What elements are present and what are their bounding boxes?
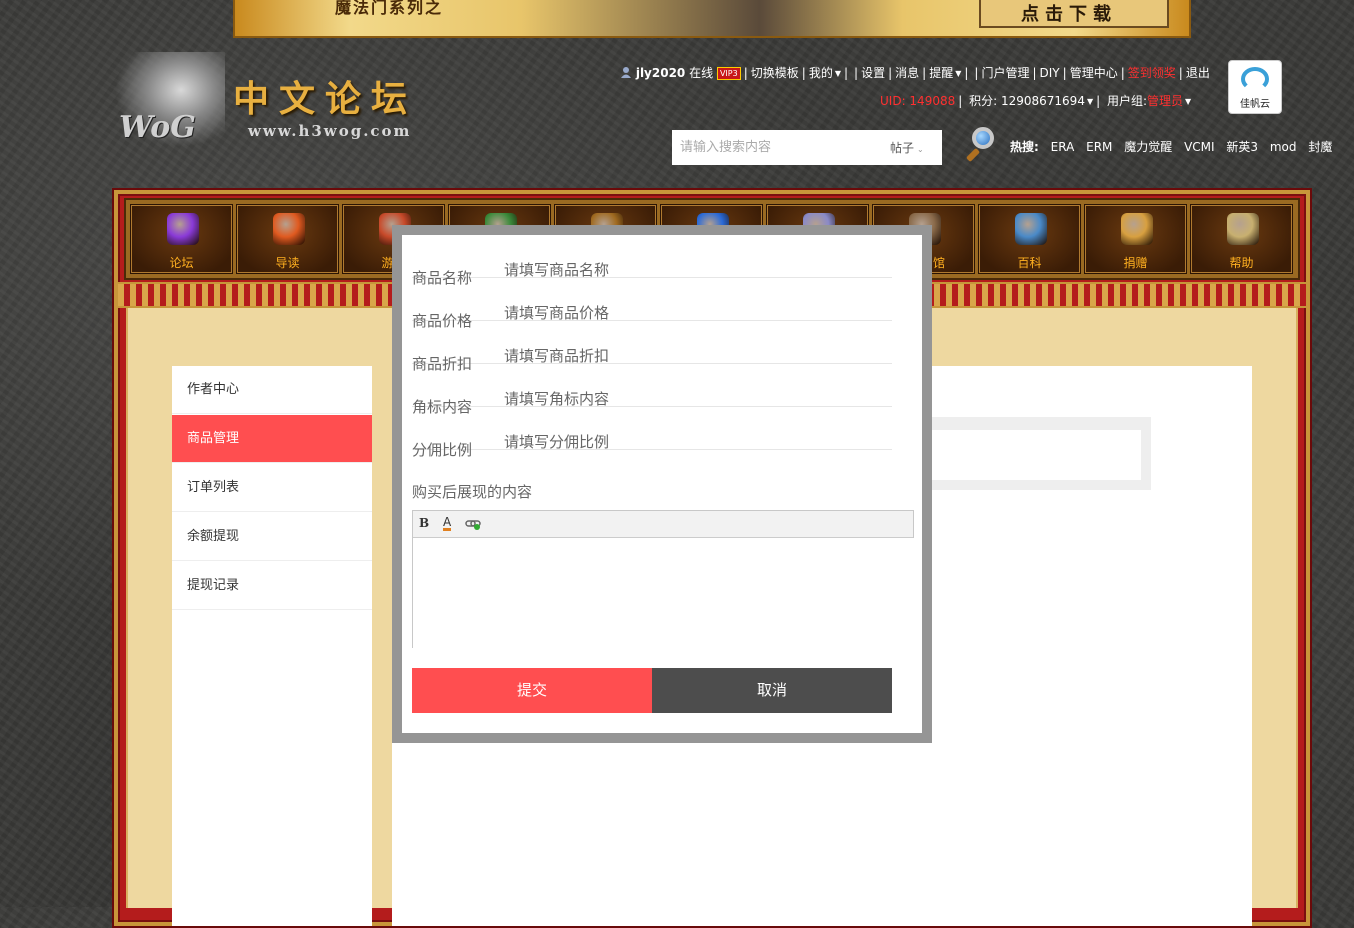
editor-toolbar: B A — [413, 511, 913, 538]
chevron-down-icon: ▼ — [834, 69, 841, 78]
nav-item-donate[interactable]: 捐赠 — [1084, 204, 1187, 274]
user-bar: jly2020 在线 VIP3 | 切换模板 | 我的 ▼ | | 设置 | 消息 | 提醒 ▼ | | 门户管… — [620, 64, 1210, 82]
user-group-label: 用户组: — [1106, 94, 1148, 108]
sidebar-item-withdraw-records[interactable]: 提现记录 — [172, 562, 372, 610]
chevron-down-icon: ▼ — [1086, 97, 1094, 106]
nav-item-help[interactable]: 帮助 — [1190, 204, 1293, 274]
forum-icon — [167, 213, 199, 245]
nav-item-wiki[interactable]: 百科 — [978, 204, 1081, 274]
user-icon — [621, 67, 631, 78]
hot-tag[interactable]: ERA — [1051, 140, 1075, 154]
hot-tag[interactable]: 新英3 — [1226, 140, 1258, 154]
switch-template-link[interactable]: 切换模板 — [751, 66, 799, 80]
help-icon — [1227, 213, 1259, 245]
rich-text-editor: B A — [412, 510, 917, 652]
settings-link[interactable]: 设置 — [861, 66, 885, 80]
field-badge-content: 角标内容 — [412, 364, 892, 416]
sidebar-item-order-list[interactable]: 订单列表 — [172, 464, 372, 512]
after-purchase-content-input[interactable] — [413, 538, 917, 652]
hot-search: 热搜: ERA ERM 魔力觉醒 VCMI 新英3 mod 封魔 — [1010, 138, 1340, 155]
badge-content-input[interactable] — [504, 390, 884, 408]
magnifier-handle — [965, 147, 981, 163]
font-color-icon[interactable]: A — [443, 516, 452, 531]
user-stats: UID: 149088 | 积分: 12908671694 ▼ | 用户组:管理员 ▼ — [880, 94, 1192, 108]
logo-title: 中文论坛 — [233, 78, 418, 120]
author-sidebar: 作者中心 商品管理 订单列表 余额提现 提现记录 — [172, 366, 372, 926]
cloud-badge[interactable]: 佳帆云 — [1228, 60, 1282, 114]
reminders-menu[interactable]: 提醒 ▼ — [929, 66, 961, 80]
sidebar-item-withdraw[interactable]: 余额提现 — [172, 513, 372, 561]
portal-admin-link[interactable]: 门户管理 — [981, 66, 1029, 80]
sign-in-link[interactable]: 签到领奖 — [1128, 66, 1176, 80]
admin-center-link[interactable]: 管理中心 — [1070, 66, 1118, 80]
search-button[interactable] — [960, 127, 1000, 165]
chevron-down-icon: ⌄ — [917, 145, 924, 154]
field-commission-ratio: 分佣比例 — [412, 407, 892, 459]
search-input[interactable] — [672, 130, 888, 165]
field-product-discount: 商品折扣 — [412, 321, 892, 373]
hot-tag[interactable]: VCMI — [1184, 140, 1214, 154]
vip-badge: VIP3 — [716, 67, 741, 80]
hot-tag[interactable]: 魔力觉醒 — [1124, 140, 1172, 154]
commission-ratio-input[interactable] — [504, 433, 884, 451]
donate-icon — [1121, 213, 1153, 245]
add-product-dialog: 商品名称 商品价格 商品折扣 角标内容 分佣比例 购买后展现的内容 B A 提交… — [402, 235, 922, 733]
hot-tag[interactable]: ERM — [1086, 140, 1112, 154]
panel-box-inner — [930, 430, 1141, 480]
diy-link[interactable]: DIY — [1040, 66, 1060, 80]
points-menu[interactable]: 积分: 12908671694 ▼ — [969, 94, 1093, 108]
search-box: 帖子⌄ — [672, 130, 942, 165]
online-status: 在线 — [689, 66, 714, 80]
banner-download-label: 点击下载 — [1021, 4, 1117, 25]
banner-download-button[interactable]: 点击下载 — [979, 0, 1169, 28]
banner-text: 魔法门系列之 — [335, 0, 444, 17]
hot-tag[interactable]: 封魔 — [1308, 140, 1332, 154]
sidebar-item-product-management[interactable]: 商品管理 — [172, 415, 372, 463]
nav-item-forum[interactable]: 论坛 — [130, 204, 233, 274]
bold-icon[interactable]: B — [419, 516, 429, 530]
nav-item-guide[interactable]: 导读 — [236, 204, 339, 274]
after-purchase-label: 购买后展现的内容 — [412, 483, 533, 501]
search-type-select[interactable]: 帖子 ⌄ — [890, 139, 924, 156]
uid-text: UID: 149088 — [880, 94, 956, 108]
chevron-down-icon: ▼ — [1185, 97, 1192, 106]
cancel-button[interactable]: 取消 — [652, 668, 892, 713]
logo-wog-text: WoG — [119, 110, 196, 145]
wiki-book-icon — [1015, 213, 1047, 245]
submit-button[interactable]: 提交 — [412, 668, 652, 713]
hot-tag[interactable]: mod — [1270, 140, 1297, 154]
sidebar-item-author-center[interactable]: 作者中心 — [172, 366, 372, 414]
hot-search-label: 热搜: — [1010, 140, 1039, 154]
search-icon — [972, 127, 994, 149]
product-discount-input[interactable] — [504, 347, 884, 365]
field-product-price: 商品价格 — [412, 278, 892, 330]
user-group-menu[interactable]: 管理员 ▼ — [1147, 94, 1191, 108]
product-price-input[interactable] — [504, 304, 884, 322]
field-label: 分佣比例 — [412, 441, 473, 459]
chevron-down-icon: ▼ — [955, 69, 962, 78]
logo-url: www.h3wog.com — [248, 122, 412, 140]
my-menu[interactable]: 我的 ▼ — [809, 66, 841, 80]
field-product-name: 商品名称 — [412, 235, 892, 287]
messages-link[interactable]: 消息 — [895, 66, 919, 80]
username-link[interactable]: jly2020 — [636, 66, 685, 80]
site-logo[interactable]: WoG 中文论坛 www.h3wog.com — [115, 52, 445, 152]
cloud-logo-icon — [1241, 67, 1269, 91]
top-banner-ad[interactable]: 魔法门系列之 点击下载 — [233, 0, 1191, 38]
cloud-badge-label: 佳帆云 — [1240, 99, 1270, 110]
product-name-input[interactable] — [504, 261, 884, 279]
logout-link[interactable]: 退出 — [1186, 66, 1210, 80]
guide-icon — [273, 213, 305, 245]
insert-link-icon[interactable] — [465, 518, 481, 530]
